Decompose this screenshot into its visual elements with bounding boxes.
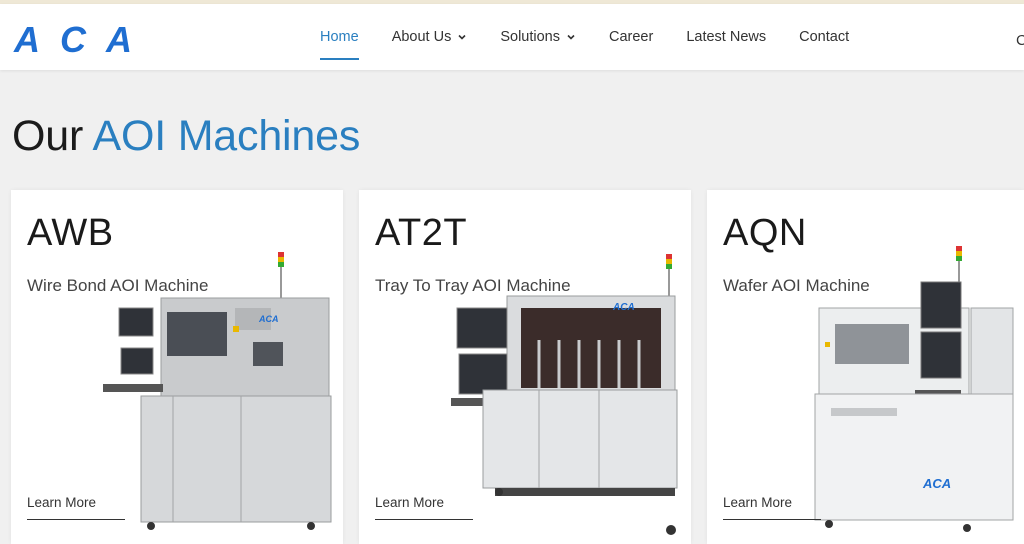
product-card-aqn[interactable]: ACA AQN Wafer AOI Machine Learn More (707, 190, 1024, 544)
nav-home-label: Home (320, 29, 359, 45)
title-prefix: Our (12, 112, 84, 160)
main-nav: Home About Us Solutions Career Latest Ne… (320, 4, 882, 70)
chevron-down-icon (567, 34, 575, 40)
nav-about-us[interactable]: About Us (392, 4, 468, 70)
nav-latest-news-label: Latest News (686, 29, 767, 45)
nav-latest-news[interactable]: Latest News (686, 4, 766, 70)
card-model: AWB (27, 212, 114, 254)
card-description: Tray To Tray AOI Machine (375, 276, 571, 295)
card-model: AT2T (375, 212, 468, 254)
title-accent: AOI Machines (92, 112, 361, 160)
learn-more-underline (27, 519, 125, 520)
nav-career[interactable]: Career (609, 4, 653, 70)
learn-more-link[interactable]: Learn More (27, 495, 96, 510)
cut-off-nav-item[interactable]: C (1016, 32, 1024, 49)
nav-career-label: Career (609, 29, 654, 45)
nav-solutions[interactable]: Solutions (500, 4, 576, 70)
machine-badge: ACA (922, 476, 951, 491)
logo-text: ACA (13, 22, 132, 56)
card-description: Wafer AOI Machine (723, 276, 870, 295)
product-card-at2t[interactable]: ACA AT2T Tray To Tray AOI Machine Learn … (359, 190, 691, 544)
learn-more-underline (375, 519, 473, 520)
card-description: Wire Bond AOI Machine (27, 276, 209, 295)
nav-about-us-label: About Us (391, 29, 452, 45)
nav-home[interactable]: Home (320, 4, 359, 70)
site-header: ACA Home About Us Solutions Career Lates… (0, 4, 1024, 70)
nav-contact-label: Contact (799, 29, 850, 45)
learn-more-link[interactable]: Learn More (723, 495, 792, 510)
chevron-down-icon (458, 34, 466, 40)
product-card-awb[interactable]: ACA AWB Wire Bond AOI Machine Learn More (11, 190, 343, 544)
card-model: AQN (723, 212, 807, 254)
nav-solutions-label: Solutions (500, 29, 560, 45)
page-title: Our AOI Machines (12, 112, 360, 161)
nav-contact[interactable]: Contact (799, 4, 849, 70)
learn-more-underline (723, 519, 821, 520)
machine-badge: ACA (612, 302, 635, 313)
learn-more-link[interactable]: Learn More (375, 495, 444, 510)
machine-badge: ACA (258, 314, 279, 324)
aca-logo[interactable]: ACA (12, 22, 134, 56)
